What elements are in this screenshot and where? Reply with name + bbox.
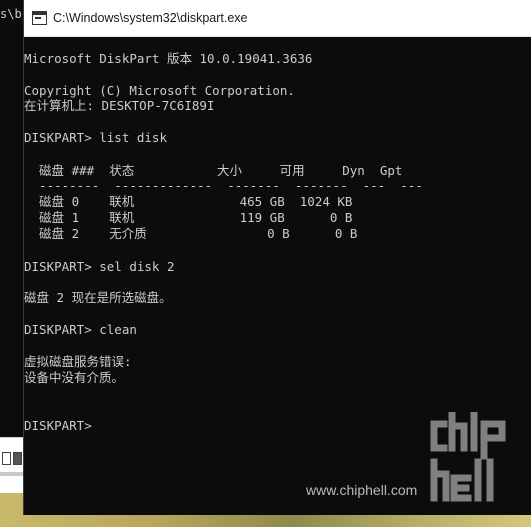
select-result: 磁盘 2 现在是所选磁盘。: [24, 290, 172, 305]
scrollbar[interactable]: [0, 472, 24, 476]
prompt-clean: DISKPART> clean: [24, 322, 137, 337]
disk-row-2: 磁盘 2 无介质 0 B 0 B: [24, 226, 358, 241]
disk-table-separator: -------- ------------- ------- ------- -…: [24, 178, 423, 193]
prompt-select-disk: DISKPART> sel disk 2: [24, 259, 175, 274]
watermark-site: www.chiphell.com: [306, 482, 418, 498]
copyright-line: Copyright (C) Microsoft Corporation.: [24, 83, 295, 98]
console-app-icon[interactable]: [32, 11, 47, 25]
page-icon[interactable]: [2, 452, 11, 465]
prompt-current: DISKPART>: [24, 418, 92, 433]
disk-table-header: 磁盘 ### 状态 大小 可用 Dyn Gpt: [24, 163, 403, 178]
disk-row-1: 磁盘 1 联机 119 GB 0 B: [24, 210, 353, 225]
error-line-2: 设备中没有介质。: [24, 370, 125, 385]
background-window-text: s\b: [0, 7, 22, 21]
screen: s\b C:\Windows\system32\diskpart.exe Mic…: [0, 0, 531, 527]
version-line: Microsoft DiskPart 版本 10.0.19041.3636: [24, 51, 313, 66]
title-bar[interactable]: C:\Windows\system32\diskpart.exe: [24, 0, 531, 37]
background-toolbar: [0, 437, 24, 494]
computer-line: 在计算机上: DESKTOP-7C6I89I: [24, 98, 215, 113]
page-dark-icon[interactable]: [13, 452, 22, 465]
prompt-list-disk: DISKPART> list disk: [24, 130, 167, 145]
window-title: C:\Windows\system32\diskpart.exe: [53, 11, 248, 25]
error-line-1: 虚拟磁盘服务错误:: [24, 354, 132, 369]
disk-row-0: 磁盘 0 联机 465 GB 1024 KB: [24, 194, 353, 209]
chiphell-logo: [430, 412, 506, 502]
